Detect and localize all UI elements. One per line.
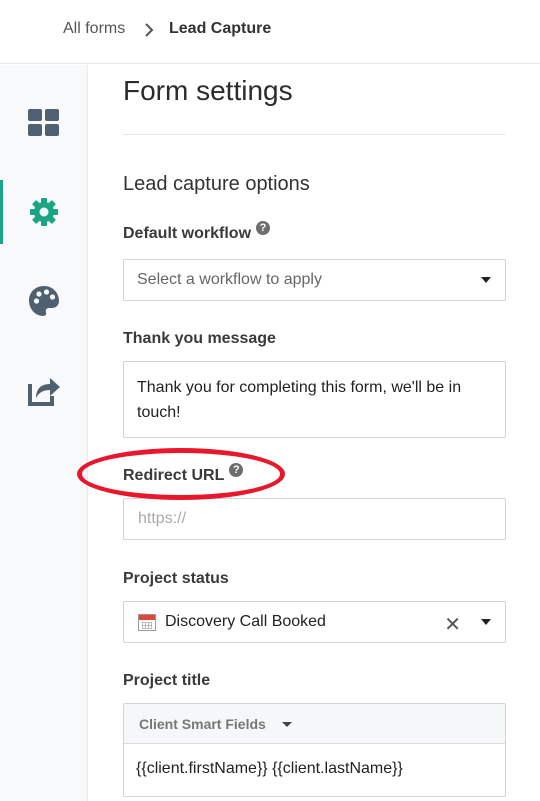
gear-icon — [30, 198, 58, 226]
project-status-value: Discovery Call Booked — [165, 613, 326, 630]
thank-you-message-label: Thank you message — [123, 330, 276, 347]
caret-down-icon — [481, 277, 491, 283]
chevron-right-icon — [145, 23, 154, 37]
breadcrumb-current: Lead Capture — [169, 20, 272, 37]
caret-down-icon — [481, 619, 491, 625]
project-title-label: Project title — [123, 672, 211, 689]
default-workflow-placeholder: Select a workflow to apply — [137, 271, 322, 288]
project-title-input[interactable]: {{client.firstName}} {{client.lastName}} — [124, 744, 505, 796]
section-title: Lead capture options — [123, 173, 310, 195]
palette-icon — [29, 286, 59, 316]
sidebar-item-style[interactable] — [0, 269, 88, 333]
share-icon — [28, 378, 60, 406]
redirect-url-label-text: Redirect URL — [123, 467, 225, 484]
calendar-icon — [138, 614, 156, 631]
project-status-label: Project status — [123, 570, 229, 587]
breadcrumb-all-forms[interactable]: All forms — [63, 20, 125, 38]
sidebar-item-settings[interactable] — [0, 180, 88, 244]
redirect-url-label: Redirect URL ? — [123, 463, 244, 485]
thank-you-message-textarea[interactable]: Thank you for completing this form, we'l… — [123, 361, 506, 438]
default-workflow-select[interactable]: Select a workflow to apply — [123, 259, 506, 301]
grid-icon — [28, 109, 59, 136]
clear-icon[interactable]: ✕ — [444, 612, 461, 637]
default-workflow-label-text: Default workflow — [123, 225, 252, 242]
sidebar-item-share[interactable] — [0, 358, 88, 422]
caret-down-icon — [282, 722, 292, 727]
sidebar-item-overview[interactable] — [0, 91, 88, 155]
sidebar — [0, 65, 88, 801]
client-smart-fields-dropdown[interactable]: Client Smart Fields — [124, 704, 505, 744]
project-title-editor: Client Smart Fields {{client.firstName}}… — [123, 703, 506, 797]
top-bar: All forms Lead Capture — [0, 0, 540, 64]
client-smart-fields-label: Client Smart Fields — [139, 716, 266, 732]
default-workflow-label: Default workflow ? — [123, 221, 271, 243]
help-icon[interactable]: ? — [256, 221, 271, 235]
redirect-url-input[interactable] — [123, 498, 506, 540]
project-status-select[interactable]: Discovery Call Booked ✕ — [123, 601, 506, 643]
divider — [123, 134, 506, 135]
help-icon[interactable]: ? — [229, 463, 244, 477]
page-title: Form settings — [123, 75, 293, 106]
